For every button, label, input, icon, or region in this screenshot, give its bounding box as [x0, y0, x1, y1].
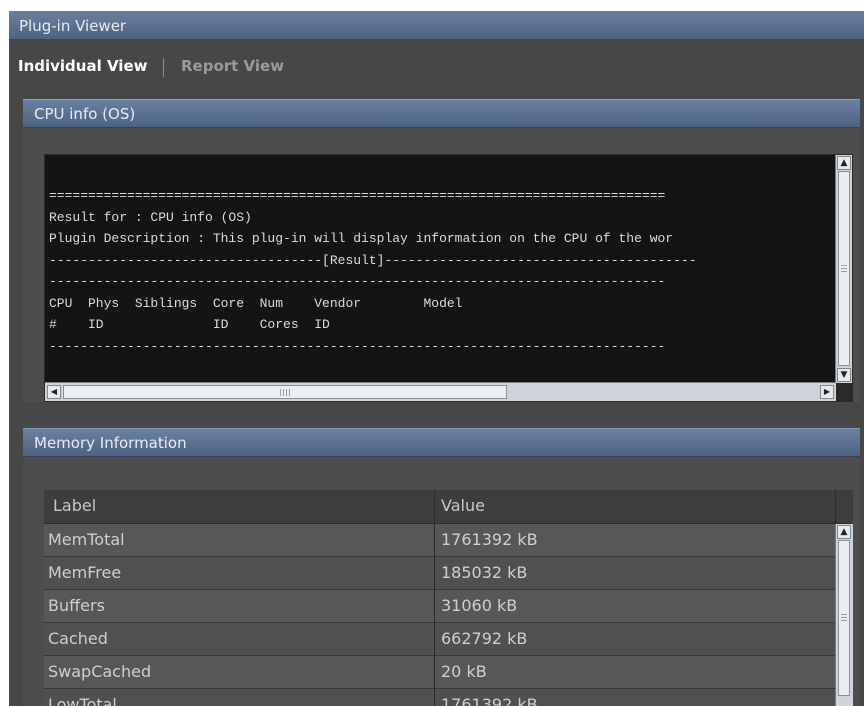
console-hscroll-thumb[interactable] — [63, 385, 507, 399]
row-label: Cached — [48, 629, 108, 648]
row-value: 185032 kB — [441, 563, 528, 582]
tab-separator — [163, 58, 164, 77]
table-row[interactable]: MemTotal 1761392 kB — [44, 524, 835, 557]
scroll-up-arrow-icon[interactable]: ▲ — [837, 525, 851, 539]
row-label: LowTotal — [48, 695, 117, 706]
tab-report-view[interactable]: Report View — [181, 57, 284, 75]
row-value: 1761392 kB — [441, 530, 538, 549]
row-value: 20 kB — [441, 662, 487, 681]
row-label: MemFree — [48, 563, 122, 582]
cpu-output-console[interactable]: ========================================… — [44, 154, 853, 402]
tab-individual-view[interactable]: Individual View — [18, 57, 147, 75]
scroll-right-arrow-icon[interactable]: ▶ — [820, 385, 834, 399]
memory-table: Label Value MemTotal 1761392 kB MemFree … — [44, 490, 853, 706]
table-row[interactable]: SwapCached 20 kB — [44, 656, 835, 689]
console-text: ========================================… — [49, 188, 697, 354]
row-label: SwapCached — [48, 662, 152, 681]
memory-panel-header[interactable]: Memory Information — [23, 428, 860, 457]
memory-panel-title: Memory Information — [34, 434, 187, 452]
table-row[interactable]: MemFree 185032 kB — [44, 557, 835, 590]
view-tabs: Individual View Report View — [9, 40, 864, 89]
row-label: Buffers — [48, 596, 105, 615]
memory-info-panel: Memory Information Label Value MemTotal … — [23, 428, 860, 706]
table-row[interactable]: LowTotal 1761392 kB — [44, 689, 835, 706]
cpu-panel-title: CPU info (OS) — [34, 105, 136, 123]
console-horizontal-scrollbar[interactable]: ◀ ▶ — [45, 382, 836, 401]
cpu-info-panel: CPU info (OS) ==========================… — [23, 99, 860, 402]
column-divider — [835, 490, 836, 523]
row-value: 1761392 kB — [441, 695, 538, 706]
table-row[interactable]: Cached 662792 kB — [44, 623, 835, 656]
console-vertical-scrollbar[interactable]: ▲ ▼ — [835, 155, 852, 383]
console-scroll-thumb[interactable] — [838, 171, 850, 366]
column-divider[interactable] — [434, 490, 435, 706]
table-vertical-scrollbar[interactable]: ▲ ▼ — [835, 524, 853, 706]
scrollbar-corner — [836, 383, 852, 401]
row-value: 31060 kB — [441, 596, 518, 615]
table-scroll-thumb[interactable] — [838, 540, 850, 696]
cpu-panel-header[interactable]: CPU info (OS) — [23, 99, 860, 128]
row-value: 662792 kB — [441, 629, 528, 648]
plugin-viewer-window: Plug-in Viewer Individual View Report Vi… — [9, 11, 864, 706]
row-label: MemTotal — [48, 530, 125, 549]
scroll-down-arrow-icon[interactable]: ▼ — [837, 368, 851, 382]
column-header-value[interactable]: Value — [441, 496, 485, 515]
title-bar: Plug-in Viewer — [9, 11, 864, 40]
table-body: MemTotal 1761392 kB MemFree 185032 kB Bu… — [44, 524, 835, 706]
table-row[interactable]: Buffers 31060 kB — [44, 590, 835, 623]
scroll-left-arrow-icon[interactable]: ◀ — [47, 385, 61, 399]
column-header-label[interactable]: Label — [53, 496, 96, 515]
window-title: Plug-in Viewer — [19, 17, 127, 35]
table-header: Label Value — [44, 490, 853, 524]
scroll-up-arrow-icon[interactable]: ▲ — [837, 156, 851, 170]
